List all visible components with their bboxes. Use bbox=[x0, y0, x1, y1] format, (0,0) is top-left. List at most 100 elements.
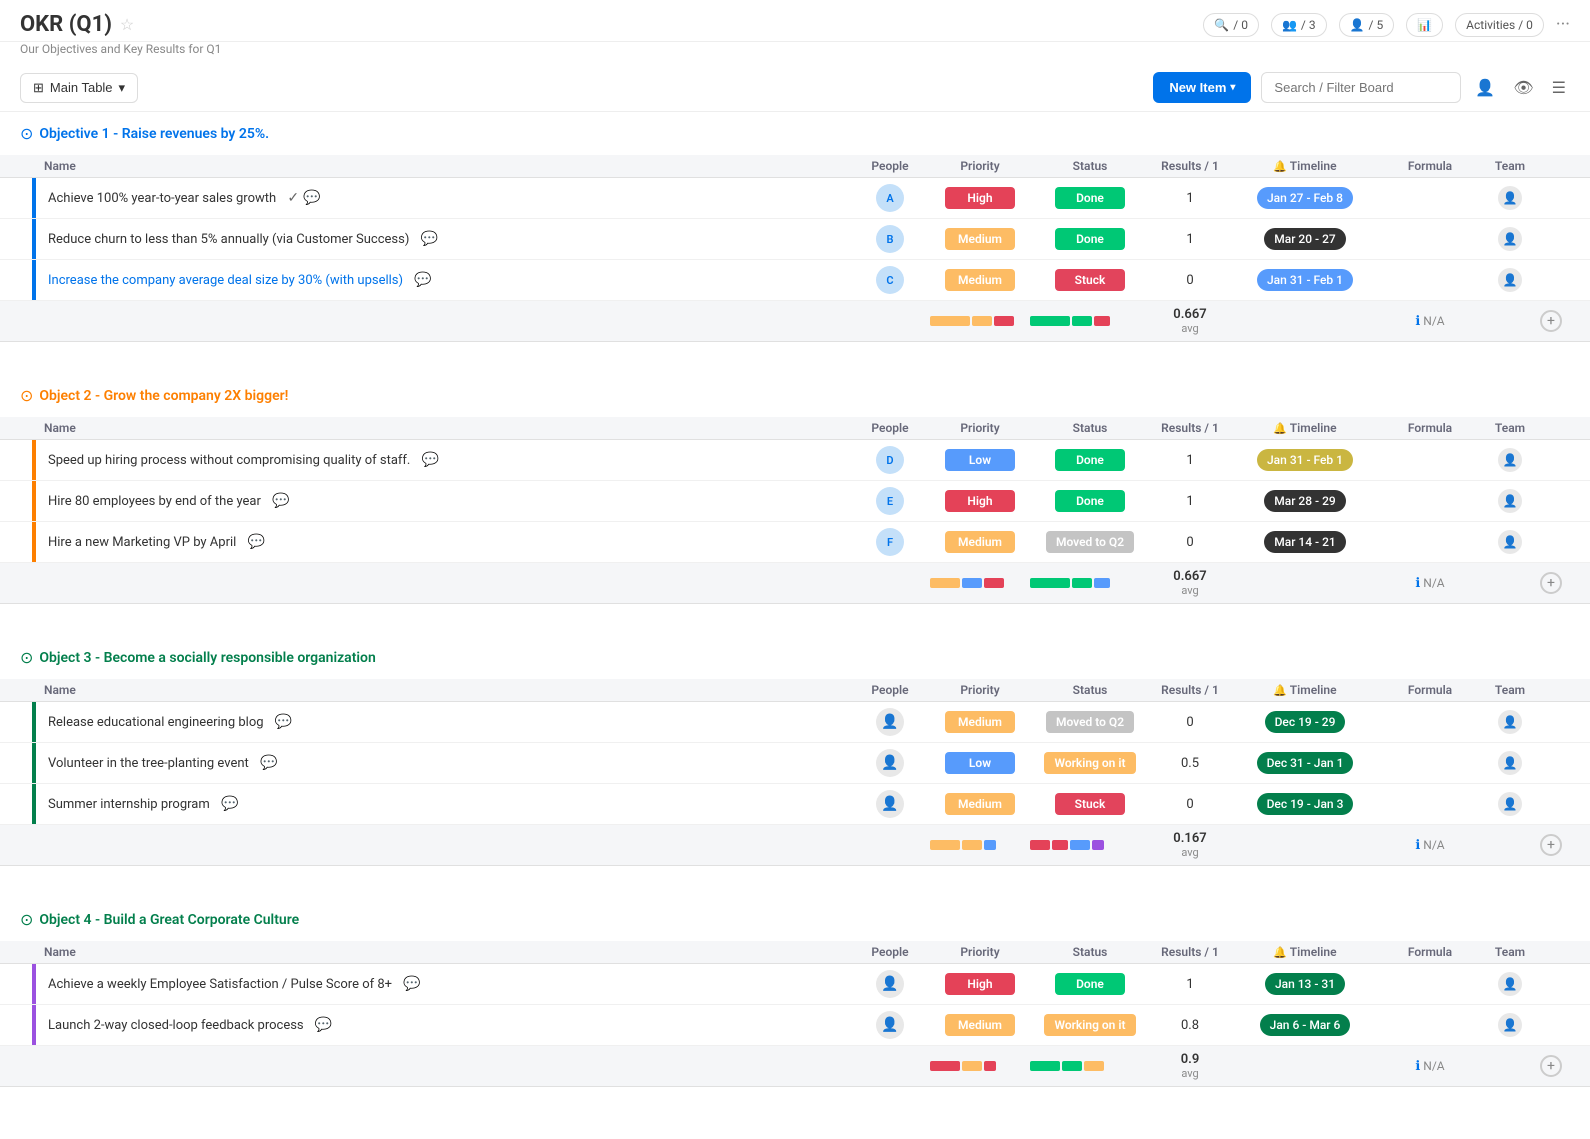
eye-icon[interactable]: 👁 bbox=[1509, 74, 1537, 101]
search-badge[interactable]: 🔍 / 0 bbox=[1203, 13, 1259, 37]
row-timeline-cell[interactable]: Dec 19 - Jan 3 bbox=[1230, 793, 1380, 815]
activities-badge[interactable]: Activities / 0 bbox=[1455, 13, 1544, 37]
comment-icon[interactable]: 💬 bbox=[221, 796, 238, 812]
row-timeline-cell[interactable]: Mar 20 - 27 bbox=[1230, 228, 1380, 250]
comment-icon[interactable]: 💬 bbox=[303, 190, 320, 206]
comment-icon[interactable]: 💬 bbox=[422, 452, 439, 468]
timeline-badge[interactable]: Jan 6 - Mar 6 bbox=[1260, 1014, 1351, 1036]
status-badge[interactable]: Stuck bbox=[1055, 793, 1125, 815]
row-status-cell[interactable]: Working on it bbox=[1030, 1014, 1150, 1036]
row-status-cell[interactable]: Moved to Q2 bbox=[1030, 711, 1150, 733]
row-timeline-cell[interactable]: Jan 31 - Feb 1 bbox=[1230, 449, 1380, 471]
row-status-cell[interactable]: Moved to Q2 bbox=[1030, 531, 1150, 553]
status-badge[interactable]: Stuck bbox=[1055, 269, 1125, 291]
row-status-cell[interactable]: Working on it bbox=[1030, 752, 1150, 774]
activity-badge[interactable]: 📊 bbox=[1406, 13, 1443, 37]
comment-icon[interactable]: 💬 bbox=[248, 534, 265, 550]
main-table-button[interactable]: ⊞ Main Table ▾ bbox=[20, 73, 138, 103]
row-priority-cell[interactable]: Medium bbox=[930, 228, 1030, 250]
add-column-button[interactable]: + bbox=[1540, 572, 1562, 594]
row-timeline-cell[interactable]: Jan 6 - Mar 6 bbox=[1230, 1014, 1380, 1036]
priority-badge[interactable]: High bbox=[945, 490, 1015, 512]
row-status-cell[interactable]: Done bbox=[1030, 449, 1150, 471]
timeline-badge[interactable]: Mar 14 - 21 bbox=[1264, 531, 1346, 553]
status-badge[interactable]: Done bbox=[1055, 449, 1125, 471]
objective-expand-icon[interactable]: ⊙ bbox=[20, 648, 33, 667]
row-priority-cell[interactable]: Low bbox=[930, 752, 1030, 774]
priority-badge[interactable]: Low bbox=[945, 752, 1015, 774]
row-timeline-cell[interactable]: Dec 31 - Jan 1 bbox=[1230, 752, 1380, 774]
row-priority-cell[interactable]: Medium bbox=[930, 531, 1030, 553]
row-status-cell[interactable]: Done bbox=[1030, 973, 1150, 995]
comment-icon[interactable]: 💬 bbox=[272, 493, 289, 509]
people-badge[interactable]: 👥 / 3 bbox=[1271, 13, 1327, 37]
row-timeline-cell[interactable]: Mar 28 - 29 bbox=[1230, 490, 1380, 512]
row-link[interactable]: Increase the company average deal size b… bbox=[48, 273, 403, 288]
comment-icon[interactable]: 💬 bbox=[403, 976, 420, 992]
row-status-cell[interactable]: Done bbox=[1030, 187, 1150, 209]
search-input[interactable] bbox=[1261, 72, 1461, 103]
row-timeline-cell[interactable]: Jan 27 - Feb 8 bbox=[1230, 187, 1380, 209]
timeline-badge[interactable]: Dec 19 - Jan 3 bbox=[1257, 793, 1354, 815]
row-status-cell[interactable]: Done bbox=[1030, 228, 1150, 250]
timeline-badge[interactable]: Dec 31 - Jan 1 bbox=[1257, 752, 1354, 774]
row-status-cell[interactable]: Done bbox=[1030, 490, 1150, 512]
timeline-badge[interactable]: Jan 27 - Feb 8 bbox=[1257, 187, 1353, 209]
summary-add[interactable]: + bbox=[1540, 572, 1570, 594]
person-icon[interactable]: 👤 bbox=[1471, 74, 1499, 101]
row-priority-cell[interactable]: High bbox=[930, 187, 1030, 209]
summary-add[interactable]: + bbox=[1540, 834, 1570, 856]
status-badge[interactable]: Done bbox=[1055, 973, 1125, 995]
star-icon[interactable]: ☆ bbox=[120, 15, 134, 34]
priority-badge[interactable]: Medium bbox=[945, 228, 1015, 250]
priority-badge[interactable]: High bbox=[945, 973, 1015, 995]
objective-title[interactable]: Object 3 - Become a socially responsible… bbox=[39, 650, 375, 666]
row-priority-cell[interactable]: Medium bbox=[930, 711, 1030, 733]
row-priority-cell[interactable]: High bbox=[930, 973, 1030, 995]
timeline-badge[interactable]: Jan 31 - Feb 1 bbox=[1257, 449, 1353, 471]
priority-badge[interactable]: Medium bbox=[945, 1014, 1015, 1036]
priority-badge[interactable]: Medium bbox=[945, 269, 1015, 291]
more-options-icon[interactable]: ··· bbox=[1556, 14, 1570, 35]
row-timeline-cell[interactable]: Jan 13 - 31 bbox=[1230, 973, 1380, 995]
timeline-badge[interactable]: Jan 31 - Feb 1 bbox=[1257, 269, 1353, 291]
row-timeline-cell[interactable]: Dec 19 - 29 bbox=[1230, 711, 1380, 733]
priority-badge[interactable]: Low bbox=[945, 449, 1015, 471]
row-timeline-cell[interactable]: Mar 14 - 21 bbox=[1230, 531, 1380, 553]
row-timeline-cell[interactable]: Jan 31 - Feb 1 bbox=[1230, 269, 1380, 291]
priority-badge[interactable]: Medium bbox=[945, 793, 1015, 815]
objective-expand-icon[interactable]: ⊙ bbox=[20, 386, 33, 405]
users-badge[interactable]: 👤 / 5 bbox=[1339, 13, 1395, 37]
status-badge[interactable]: Moved to Q2 bbox=[1046, 531, 1134, 553]
timeline-badge[interactable]: Mar 28 - 29 bbox=[1264, 490, 1346, 512]
timeline-badge[interactable]: Dec 19 - 29 bbox=[1265, 711, 1346, 733]
priority-badge[interactable]: Medium bbox=[945, 531, 1015, 553]
row-priority-cell[interactable]: Medium bbox=[930, 269, 1030, 291]
status-badge[interactable]: Done bbox=[1055, 490, 1125, 512]
priority-badge[interactable]: Medium bbox=[945, 711, 1015, 733]
objective-expand-icon[interactable]: ⊙ bbox=[20, 124, 33, 143]
new-item-button[interactable]: New Item ▾ bbox=[1153, 72, 1251, 103]
status-badge[interactable]: Done bbox=[1055, 228, 1125, 250]
comment-icon[interactable]: 💬 bbox=[414, 272, 431, 288]
filter-icon[interactable]: ☰ bbox=[1548, 74, 1570, 101]
status-badge[interactable]: Working on it bbox=[1044, 1014, 1135, 1036]
priority-badge[interactable]: High bbox=[945, 187, 1015, 209]
objective-title[interactable]: Object 2 - Grow the company 2X bigger! bbox=[39, 388, 288, 404]
add-column-button[interactable]: + bbox=[1540, 834, 1562, 856]
comment-icon[interactable]: 💬 bbox=[260, 755, 277, 771]
objective-title[interactable]: Objective 1 - Raise revenues by 25%. bbox=[39, 126, 269, 142]
timeline-badge[interactable]: Jan 13 - 31 bbox=[1265, 973, 1345, 995]
row-status-cell[interactable]: Stuck bbox=[1030, 269, 1150, 291]
row-priority-cell[interactable]: Medium bbox=[930, 1014, 1030, 1036]
row-status-cell[interactable]: Stuck bbox=[1030, 793, 1150, 815]
objective-title[interactable]: Object 4 - Build a Great Corporate Cultu… bbox=[39, 912, 299, 928]
summary-add[interactable]: + bbox=[1540, 1055, 1570, 1077]
comment-icon[interactable]: 💬 bbox=[315, 1017, 332, 1033]
row-priority-cell[interactable]: Medium bbox=[930, 793, 1030, 815]
timeline-badge[interactable]: Mar 20 - 27 bbox=[1264, 228, 1346, 250]
row-priority-cell[interactable]: Low bbox=[930, 449, 1030, 471]
row-priority-cell[interactable]: High bbox=[930, 490, 1030, 512]
status-badge[interactable]: Moved to Q2 bbox=[1046, 711, 1134, 733]
comment-icon[interactable]: 💬 bbox=[275, 714, 292, 730]
